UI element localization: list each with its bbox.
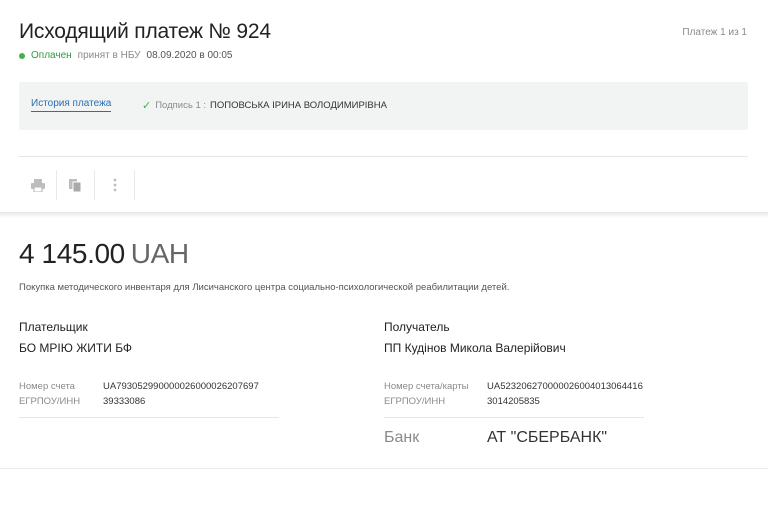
more-vertical-icon [113, 178, 116, 192]
check-icon: ✓ [142, 100, 152, 112]
status-accepted-text: принят в НБУ [77, 50, 141, 61]
payment-status: Оплачен принят в НБУ 08.09.2020 в 00:05 [19, 50, 232, 61]
history-panel: История платежа ✓ Подпись 1 : ПОПОВСЬКА … [19, 82, 748, 130]
payer-name: БО МРІЮ ЖИТИ БФ [19, 341, 133, 355]
recipient-account-value: UA523206270000026004013064416 [487, 381, 643, 392]
status-datetime: 08.09.2020 в 00:05 [146, 50, 233, 61]
copy-button[interactable] [57, 170, 95, 200]
amount-currency: UAH [130, 238, 189, 269]
payer-account-row: Номер счета UA79305299000002600002620769… [19, 379, 279, 394]
payer-section: Плательщик БО МРІЮ ЖИТИ БФ Номер счета U… [19, 320, 279, 418]
payment-purpose: Покупка методического инвентаря для Лиси… [19, 282, 510, 293]
payer-fields: Номер счета UA79305299000002600002620769… [19, 379, 279, 409]
payer-account-label: Номер счета [19, 381, 75, 392]
printer-icon [30, 178, 45, 192]
status-paid-label: Оплачен [31, 50, 72, 61]
print-button[interactable] [19, 170, 57, 200]
recipient-bank-row: Банк АТ "СБЕРБАНК" [384, 428, 644, 446]
divider [384, 417, 644, 418]
amount-value: 4 145.00 [19, 238, 125, 269]
divider [0, 468, 768, 469]
divider [19, 417, 279, 418]
recipient-bank-value: АТ "СБЕРБАНК" [487, 428, 608, 446]
payer-account-value: UA793052990000026000026207697 [103, 381, 259, 392]
section-separator [0, 212, 768, 218]
copy-icon [69, 178, 82, 192]
payer-edrpou-row: ЕГРПОУ/ИНН 39333086 [19, 394, 279, 409]
signature-info: ✓ Подпись 1 : ПОПОВСЬКА ІРИНА ВОЛОДИМИРІ… [142, 99, 387, 112]
divider [19, 156, 748, 157]
payment-pager: Платеж 1 из 1 [682, 27, 747, 38]
document-toolbar [19, 170, 135, 200]
payment-history-link[interactable]: История платежа [31, 98, 112, 112]
recipient-name: ПП Кудінов Микола Валерійович [384, 341, 566, 355]
recipient-role: Получатель [384, 320, 450, 334]
status-dot-icon [19, 52, 25, 59]
recipient-account-label: Номер счета/карты [384, 381, 469, 392]
recipient-section: Получатель ПП Кудінов Микола Валерійович… [384, 320, 644, 446]
recipient-edrpou-label: ЕГРПОУ/ИНН [384, 396, 446, 407]
recipient-fields: Номер счета/карты UA52320627000002600401… [384, 379, 644, 409]
payment-amount: 4 145.00 UAH [19, 238, 189, 270]
payer-edrpou-value: 39333086 [103, 396, 146, 407]
recipient-edrpou-row: ЕГРПОУ/ИНН 3014205835 [384, 394, 644, 409]
signature-label: Подпись 1 : [155, 100, 207, 111]
signature-name: ПОПОВСЬКА ІРИНА ВОЛОДИМИРІВНА [210, 100, 387, 111]
recipient-edrpou-value: 3014205835 [487, 396, 540, 407]
payer-role: Плательщик [19, 320, 88, 334]
recipient-bank-label: Банк [384, 428, 420, 446]
recipient-account-row: Номер счета/карты UA52320627000002600401… [384, 379, 644, 394]
page-title: Исходящий платеж № 924 [19, 20, 271, 43]
more-button[interactable] [95, 170, 135, 200]
payer-edrpou-label: ЕГРПОУ/ИНН [19, 396, 81, 407]
